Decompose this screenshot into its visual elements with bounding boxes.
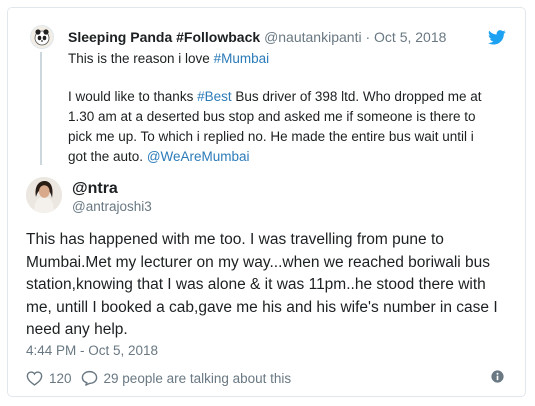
parent-line-1: This is the reason i love #Mumbai bbox=[68, 49, 488, 69]
conversation-link[interactable]: 29 people are talking about this bbox=[81, 370, 292, 386]
main-display-name[interactable]: @ntra bbox=[72, 180, 118, 198]
like-count: 120 bbox=[49, 370, 72, 386]
parent-quote-part1: I would like to thanks bbox=[68, 89, 198, 104]
parent-line-1-text: This is the reason i love bbox=[68, 51, 214, 66]
parent-display-name[interactable]: Sleeping Panda #Followback bbox=[68, 29, 260, 45]
parent-tweet-text: This is the reason i love #Mumbai I woul… bbox=[68, 49, 488, 185]
parent-quote-paragraph: I would like to thanks #Best Bus driver … bbox=[68, 87, 488, 167]
speech-bubble-icon bbox=[81, 370, 97, 386]
main-handle[interactable]: @antrajoshi3 bbox=[72, 199, 152, 215]
heart-icon bbox=[26, 370, 43, 386]
parent-tweet-header: Sleeping Panda #Followback @nautankipant… bbox=[68, 29, 446, 45]
hashtag-best-link[interactable]: #Best bbox=[197, 89, 232, 104]
tweet-actions: 120 29 people are talking about this bbox=[26, 369, 300, 387]
parent-handle[interactable]: @nautankipanti bbox=[264, 29, 362, 45]
twitter-bird-icon[interactable] bbox=[488, 30, 506, 45]
main-avatar[interactable] bbox=[26, 177, 62, 213]
separator-dot: · bbox=[365, 29, 371, 45]
thread-connector-line bbox=[40, 52, 42, 165]
conversation-count-text: 29 people are talking about this bbox=[103, 370, 292, 386]
tweet-timestamp[interactable]: 4:44 PM - Oct 5, 2018 bbox=[26, 343, 158, 359]
parent-date[interactable]: Oct 5, 2018 bbox=[374, 29, 446, 45]
parent-avatar[interactable] bbox=[30, 25, 54, 49]
hashtag-mumbai-link[interactable]: #Mumbai bbox=[214, 51, 270, 66]
like-button[interactable]: 120 bbox=[26, 371, 72, 386]
mention-wearemumbai-link[interactable]: @WeAreMumbai bbox=[147, 149, 250, 164]
info-icon[interactable] bbox=[491, 370, 504, 383]
main-tweet-text: This has happened with me too. I was tra… bbox=[26, 231, 498, 338]
